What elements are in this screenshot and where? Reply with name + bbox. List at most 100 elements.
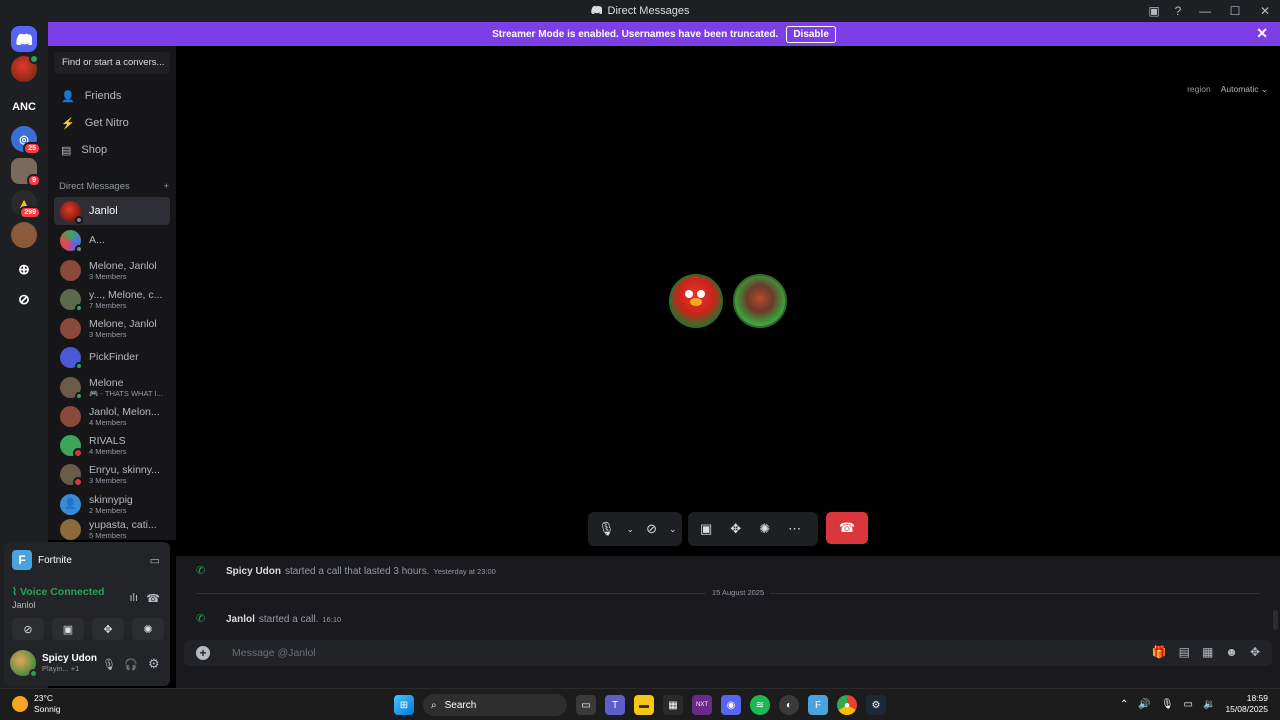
avatar: [60, 405, 81, 427]
help-icon[interactable]: ?: [1166, 4, 1190, 18]
discover-icon[interactable]: ⊘: [11, 286, 37, 312]
dm-item[interactable]: yupasta, cati... 5 Members: [54, 518, 170, 540]
server-item[interactable]: ▲ 299: [11, 190, 41, 219]
disconnect-icon[interactable]: ☎: [146, 592, 160, 605]
add-attachment-icon[interactable]: +: [196, 646, 210, 660]
microphone-icon[interactable]: 🎙: [598, 521, 615, 537]
discord-taskbar-icon[interactable]: ◉: [721, 695, 741, 715]
taskbar-search[interactable]: ⌕ Search: [423, 694, 567, 716]
speaker-icon[interactable]: 🔊: [1138, 699, 1150, 710]
steam-icon[interactable]: ⚙: [866, 695, 886, 715]
soundboard-icon[interactable]: ✺: [759, 521, 770, 537]
chevron-down-icon[interactable]: ⌄: [669, 524, 677, 535]
app-icon[interactable]: ◐: [779, 695, 799, 715]
settings-icon[interactable]: ⚙: [148, 656, 160, 672]
dm-name: Enryu, skinny...: [89, 463, 160, 476]
screen-share-icon[interactable]: ▣: [700, 521, 712, 537]
dm-item[interactable]: RIVALS 4 Members: [54, 431, 170, 459]
camera-off-icon[interactable]: ⊘: [646, 521, 657, 537]
file-explorer-icon[interactable]: ▬: [634, 695, 654, 715]
dm-sub: 4 Members: [89, 417, 127, 427]
banner-text: Streamer Mode is enabled. Usernames have…: [492, 28, 779, 40]
dm-item[interactable]: Melone, Janlol 3 Members: [54, 256, 170, 284]
screen-share-button[interactable]: ▣: [52, 618, 84, 640]
more-icon[interactable]: ⋯: [788, 521, 801, 537]
volume-icon[interactable]: 🔉: [1203, 699, 1215, 710]
store-icon[interactable]: ▦: [663, 695, 683, 715]
soundboard-button[interactable]: ✺: [132, 618, 164, 640]
message-author[interactable]: Janlol: [226, 614, 255, 625]
network-icon[interactable]: ▭: [1184, 699, 1193, 710]
fortnite-taskbar-icon[interactable]: F: [808, 695, 828, 715]
close-banner-icon[interactable]: ✕: [1256, 25, 1268, 42]
message-time: Yesterday at 23:00: [433, 567, 496, 576]
gif-icon[interactable]: ▤: [1179, 645, 1190, 659]
nav-friends[interactable]: 👤 Friends: [54, 84, 170, 108]
task-view-icon[interactable]: ▭: [576, 695, 596, 715]
sticker-icon[interactable]: ▦: [1202, 645, 1213, 659]
call-message: ✆ Janlol started a call. 16:10: [196, 612, 341, 625]
activity-button[interactable]: ✥: [92, 618, 124, 640]
dm-item[interactable]: Janlol, Melon... 4 Members: [54, 402, 170, 430]
avatar: [60, 259, 81, 281]
server-item[interactable]: ◎ 25: [11, 126, 41, 155]
message-author[interactable]: Spicy Udon: [226, 566, 281, 577]
participant-tile[interactable]: [733, 274, 787, 328]
region-selector[interactable]: region Automatic ⌄: [1187, 84, 1268, 95]
server-avatar[interactable]: [11, 54, 39, 82]
emoji-icon[interactable]: ☻: [1225, 645, 1238, 659]
server-anc[interactable]: ANC: [11, 94, 37, 120]
dm-item[interactable]: 👤 skinnypig 2 Members: [54, 490, 170, 518]
user-info[interactable]: Spicy Udon Playin... +1: [10, 650, 97, 678]
start-icon[interactable]: ⊞: [394, 695, 414, 715]
server-item[interactable]: [11, 222, 37, 248]
dm-sub: 4 Members: [89, 446, 127, 456]
participant-tile[interactable]: [669, 274, 723, 328]
noise-icon[interactable]: ılı: [129, 592, 138, 604]
dm-item[interactable]: A...: [54, 226, 170, 254]
dm-item[interactable]: PickFinder: [54, 343, 170, 371]
disable-streamer-button[interactable]: Disable: [786, 25, 836, 43]
dm-item[interactable]: Melone, Janlol 3 Members: [54, 314, 170, 342]
camera-off-button[interactable]: ⊘: [12, 618, 44, 640]
gamepad-icon[interactable]: ✥: [730, 521, 741, 537]
chrome-icon[interactable]: ●: [837, 695, 857, 715]
date-divider-label: 15 August 2025: [706, 588, 771, 597]
hang-up-button[interactable]: ☎: [826, 512, 868, 544]
dm-item[interactable]: Enryu, skinny... 3 Members: [54, 460, 170, 488]
microphone-icon[interactable]: 🎙: [1161, 699, 1174, 710]
close-window-button[interactable]: ✕: [1250, 4, 1280, 18]
dm-item[interactable]: Janlol: [54, 197, 170, 225]
nav-nitro[interactable]: ⚡ Get Nitro: [54, 111, 170, 135]
message-input[interactable]: + Message @Janlol 🎁 ▤ ▦ ☻ ✥: [184, 640, 1272, 666]
home-button[interactable]: [11, 26, 37, 52]
app-icon[interactable]: NXT: [692, 695, 712, 715]
friends-icon: 👤: [61, 90, 75, 103]
date-divider: 15 August 2025: [196, 588, 1260, 597]
nav-shop[interactable]: ▤ Shop: [54, 138, 170, 162]
add-dm-icon[interactable]: +: [163, 181, 169, 192]
add-server-icon[interactable]: ⊕: [11, 256, 37, 282]
minimize-button[interactable]: —: [1190, 4, 1220, 18]
phone-icon: ✆: [196, 565, 206, 577]
clock[interactable]: 18:59 15/08/2025: [1225, 693, 1268, 715]
avatar: [60, 376, 83, 400]
headphones-icon[interactable]: 🎧: [124, 658, 138, 671]
search-input[interactable]: Find or start a convers...: [54, 52, 170, 74]
dm-item[interactable]: Melone 🎮 - THATS WHAT I...: [54, 373, 170, 401]
dm-item[interactable]: y..., Melone, c... 7 Members: [54, 285, 170, 313]
maximize-button[interactable]: ☐: [1220, 4, 1250, 18]
server-item[interactable]: 9: [11, 158, 41, 187]
dm-sub: 5 Members: [89, 530, 127, 540]
microphone-icon[interactable]: 🎙: [102, 658, 116, 671]
chevron-down-icon[interactable]: ⌄: [627, 524, 635, 535]
scrollbar[interactable]: [1273, 610, 1278, 630]
gift-icon[interactable]: 🎁: [1152, 645, 1167, 659]
chevron-up-icon[interactable]: ⌃: [1120, 699, 1128, 710]
spotify-icon[interactable]: ≋: [750, 695, 770, 715]
teams-icon[interactable]: T: [605, 695, 625, 715]
apps-icon[interactable]: ✥: [1250, 645, 1260, 659]
stream-icon[interactable]: ▭: [150, 554, 160, 567]
weather-widget[interactable]: 23°C Sonnig: [12, 693, 60, 715]
inbox-icon[interactable]: ▣: [1142, 4, 1166, 18]
